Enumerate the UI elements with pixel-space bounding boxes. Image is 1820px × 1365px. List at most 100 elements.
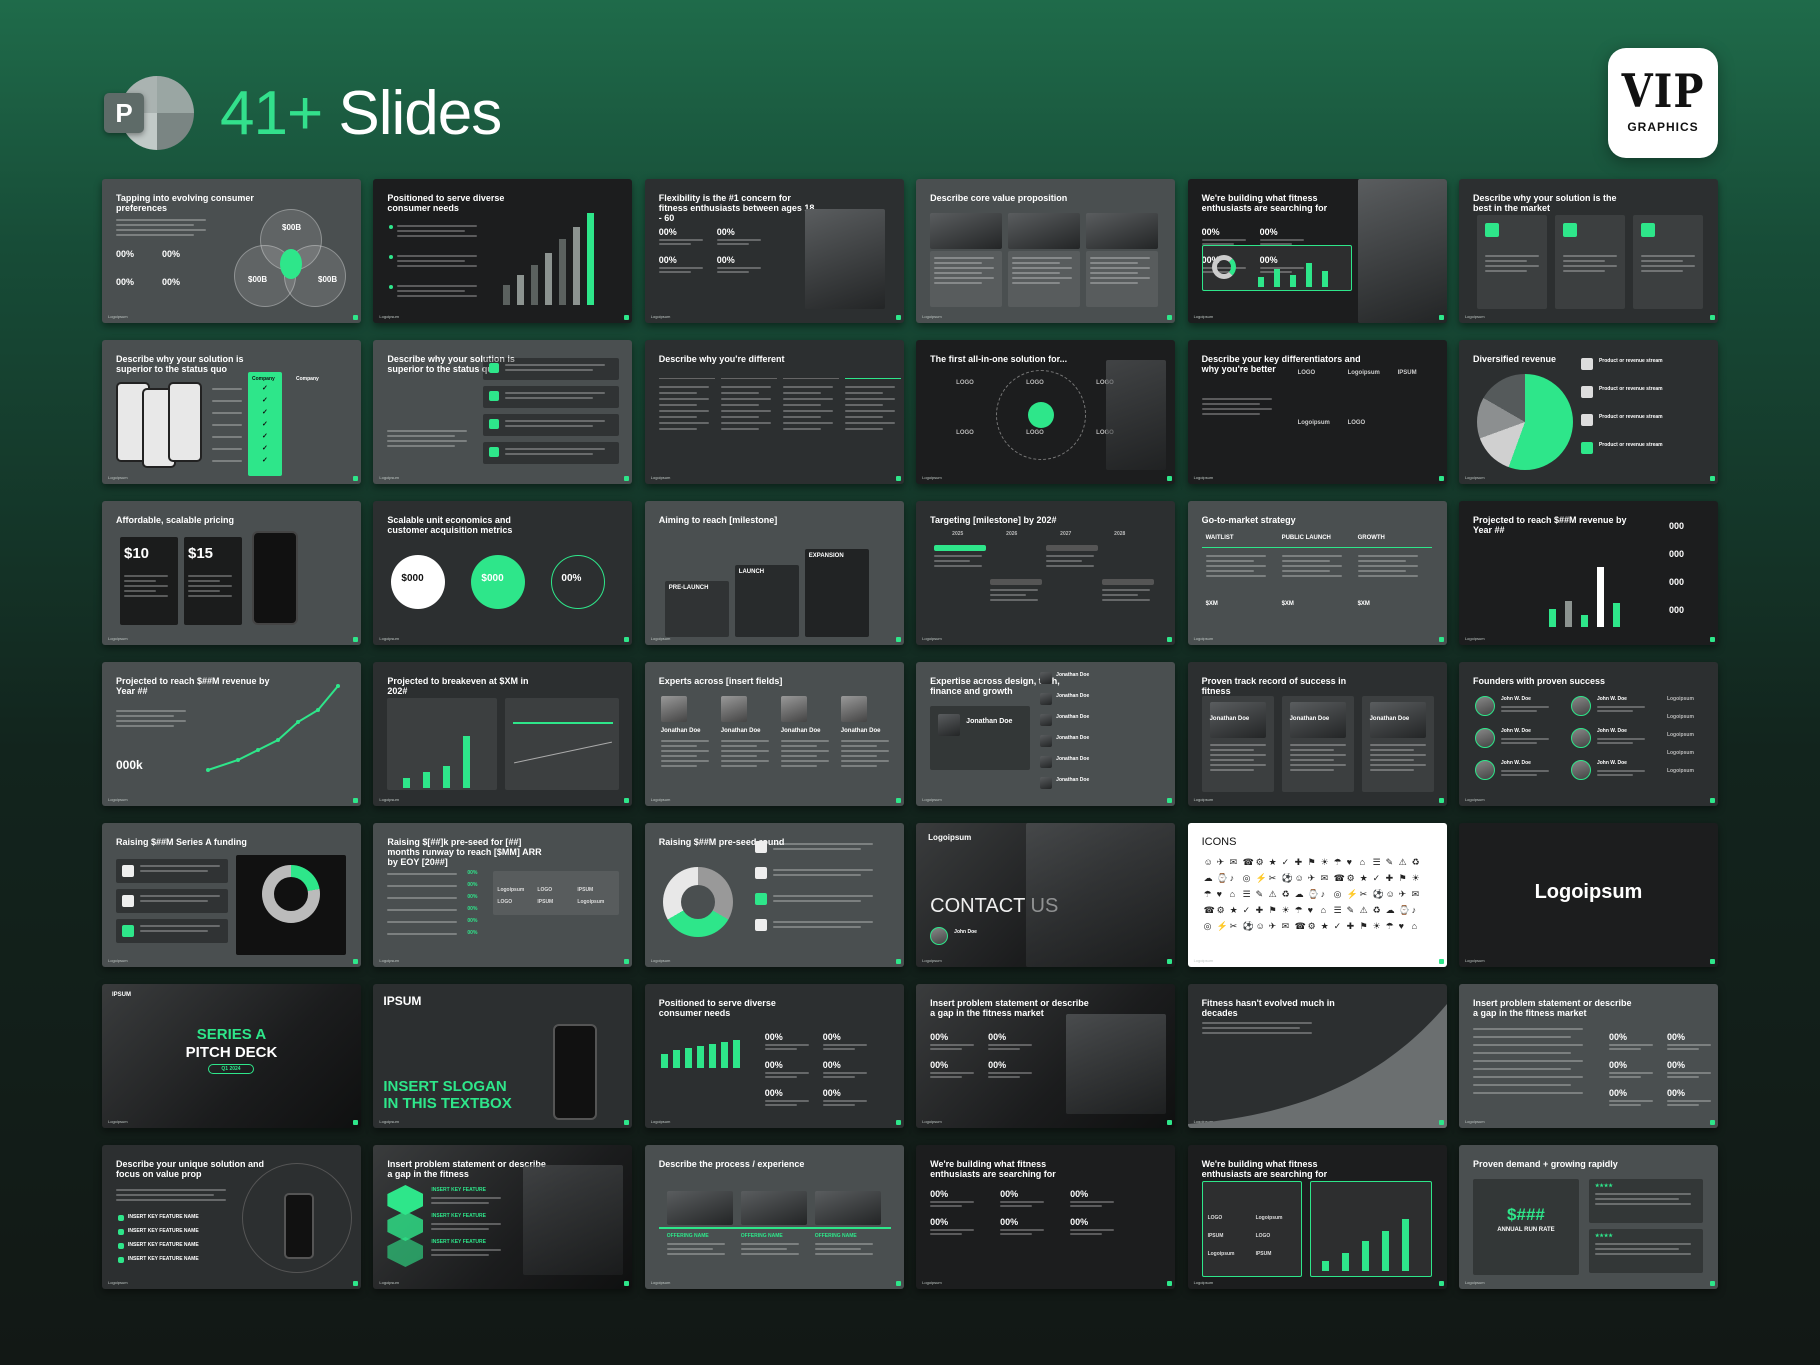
text-line xyxy=(1472,1084,1571,1086)
slide-thumbnail[interactable]: Logoipsum Logoipsum xyxy=(1458,823,1718,967)
slide-thumbnail[interactable]: Logoipsum Logoipsum CONTACT US John Doe xyxy=(916,823,1176,967)
text-line xyxy=(1369,749,1414,751)
slide-thumbnail[interactable]: Describe your key differentiators and wh… xyxy=(1187,340,1447,484)
slide-thumbnail[interactable]: We're building what fitness enthusiasts … xyxy=(916,1145,1176,1289)
icon-glyph: ☎ xyxy=(1242,857,1254,867)
feature-bullet xyxy=(118,1215,124,1221)
slide-thumbnail[interactable]: Describe core value proposition Logoipsum xyxy=(916,179,1176,323)
slide-thumbnail[interactable]: Expertise across design, tech, finance a… xyxy=(916,662,1176,806)
donut-hole xyxy=(680,885,715,919)
slide-thumbnail[interactable]: The first all-in-one solution for... Logo… xyxy=(916,340,1176,484)
slide-thumbnail[interactable]: Raising $[##]k pre-seed for [##] months … xyxy=(373,823,633,967)
phase-kpi: $XM xyxy=(1281,601,1294,607)
year: 2028 xyxy=(1114,531,1126,537)
slide-thumbnail[interactable]: We're building what fitness enthusiasts … xyxy=(1187,1145,1447,1289)
slide-thumbnail[interactable]: Logoipsum IPSUM INSERT SLOGAN IN THIS TEXT… xyxy=(373,984,633,1128)
kpi-value: 000k xyxy=(116,758,143,772)
icon-glyph: ☺ xyxy=(1294,873,1304,883)
slide-thumbnail[interactable]: Raising $##M pre-seed round Logoipsum xyxy=(644,823,904,967)
slide-thumbnail[interactable]: Diversified revenue Logoipsum Product or r… xyxy=(1458,340,1718,484)
slide-title: Aiming to reach [milestone] xyxy=(658,515,778,525)
text-line xyxy=(658,392,697,394)
text-line xyxy=(658,243,691,245)
bar xyxy=(403,778,411,788)
cover-subtitle: PITCH DECK xyxy=(185,1044,278,1061)
slide-thumbnail[interactable]: Tapping into evolving consumer preferenc… xyxy=(102,179,361,323)
slide-thumbnail[interactable]: Describe the process / experience Logoips… xyxy=(644,1145,904,1289)
stat: 00% xyxy=(116,277,135,287)
text-line xyxy=(124,590,156,592)
slide-thumbnail[interactable]: Logoipsum ICONS ☺ ✈ ✉ ☎ ⚙ ★ ✓ ✚ ⚑ ☀ ☂ ♥ ⌂ ☰ ✎ ⚠ ♻ ☁ ⌚ ♪ ◎ ⚡ ✂ ⚽ ☺ ✈… xyxy=(1187,823,1447,967)
text-line xyxy=(772,900,861,902)
slide-thumbnail[interactable]: Raising $##M Series A funding Logoipsum xyxy=(102,823,361,967)
partner-logo: LOGO xyxy=(1347,420,1366,426)
partner-logo: IPSUM xyxy=(1255,1251,1272,1257)
slide-thumbnail[interactable]: We're building what fitness enthusiasts … xyxy=(1187,179,1447,323)
slide-thumbnail[interactable]: Proven track record of success in fitnes… xyxy=(1187,662,1447,806)
slide-thumbnail[interactable]: Projected to breakeven at $XM in 202# Log… xyxy=(373,662,633,806)
text-line xyxy=(212,460,242,462)
slide-footer-logo: Logoipsum xyxy=(108,1119,128,1124)
slide-thumbnail[interactable]: Insert problem statement or describe a g… xyxy=(916,984,1176,1128)
text-line xyxy=(772,848,861,850)
text-line xyxy=(666,1248,713,1250)
icon-glyph: ★ xyxy=(1320,921,1329,931)
slide-thumbnail[interactable]: Targeting [milestone] by 202# Logoipsum 20… xyxy=(916,501,1176,645)
text-line xyxy=(1594,1203,1691,1205)
slide-footer-logo: Logoipsum xyxy=(1464,1119,1485,1124)
percent: 00% xyxy=(467,870,478,876)
slide-thumbnail[interactable]: Founders with proven success Logoipsum Joh… xyxy=(1458,662,1718,806)
slide-thumbnail[interactable]: Positioned to serve diverse consumer nee… xyxy=(644,984,904,1128)
partner-logo: Logoipsum xyxy=(1666,750,1694,756)
step-photo xyxy=(740,1191,807,1225)
text-line xyxy=(658,422,709,424)
slide-thumbnail[interactable]: Flexibility is the #1 concern for fitnes… xyxy=(644,179,904,323)
slide-thumbnail[interactable]: Fitness hasn't evolved much in decades Lo… xyxy=(1187,984,1447,1128)
stream-label: Product or revenue stream xyxy=(1598,442,1663,448)
slide-thumbnail[interactable]: Logoipsum Proven demand + growing rapidly… xyxy=(1458,1145,1718,1289)
text-line xyxy=(988,1048,1021,1050)
text-line xyxy=(116,219,206,221)
partner-logo: LOGO xyxy=(1026,380,1044,386)
text-line xyxy=(1209,749,1254,751)
icon-glyph: ☰ xyxy=(1242,889,1251,899)
slide-title: ICONS xyxy=(1201,836,1237,848)
slide-thumbnail[interactable]: Projected to reach $##M revenue by Year … xyxy=(1458,501,1718,645)
slide-footer-logo: Logoipsum xyxy=(108,636,128,641)
member-name: Jonathan Doe xyxy=(1056,777,1090,783)
bar xyxy=(531,265,539,305)
slide-thumbnail[interactable]: Go-to-market strategy Logoipsum WAITLIST $X… xyxy=(1187,501,1447,645)
runner-photo xyxy=(1066,1014,1167,1114)
slide-thumbnail[interactable]: Describe why your solution is superior t… xyxy=(373,340,633,484)
slide-footer-logo: Logoipsum xyxy=(650,475,671,480)
text-line xyxy=(1012,267,1073,269)
data-point xyxy=(276,738,280,742)
backer-logo: Logoipsum xyxy=(577,899,605,905)
founder-name: John W. Doe xyxy=(1500,696,1531,702)
slide-thumbnail[interactable]: Describe your unique solution and focus … xyxy=(102,1145,361,1289)
slide-count: 41+ xyxy=(220,78,323,148)
stat-value: 00% xyxy=(1000,1217,1019,1227)
slide-thumbnail[interactable]: Scalable unit economics and customer acq… xyxy=(373,501,633,645)
slide-thumbnail[interactable]: Positioned to serve diverse consumer nee… xyxy=(373,179,633,323)
slide-thumbnail[interactable]: Describe why you're different Logoipsum xyxy=(644,340,904,484)
slide-thumbnail[interactable]: Experts across [insert fields] Logoipsum J… xyxy=(644,662,904,806)
slide-thumbnail[interactable]: Aiming to reach [milestone] Logoipsum PRE-… xyxy=(644,501,904,645)
slide-thumbnail[interactable]: Logoipsum SERIES A PITCH DECK Q1 2024 IPSUM xyxy=(102,984,361,1128)
slide-thumbnail[interactable]: Describe why your solution is the best i… xyxy=(1458,179,1718,323)
text-line xyxy=(1500,706,1549,708)
slide-thumbnail[interactable]: Describe why your solution is superior t… xyxy=(102,340,361,484)
text-line xyxy=(658,398,709,400)
slide-thumbnail[interactable]: Insert problem statement or describe a g… xyxy=(1458,984,1718,1128)
slide-thumbnail[interactable]: Projected to reach $##M revenue by Year … xyxy=(102,662,361,806)
slide-title: We're building what fitness enthusiasts … xyxy=(1201,1159,1328,1179)
slide-thumbnail[interactable]: Insert problem statement or describe a g… xyxy=(373,1145,633,1289)
icon-glyph: ♥ xyxy=(1398,921,1404,931)
icon-glyph: ☀ xyxy=(1372,921,1381,931)
text-line xyxy=(387,430,468,432)
text-line xyxy=(660,740,709,742)
slide-footer-logo: Logoipsum xyxy=(379,475,399,480)
text-line xyxy=(431,1228,490,1230)
text-line xyxy=(124,575,168,577)
slide-thumbnail[interactable]: Affordable, scalable pricing Logoipsum $10… xyxy=(102,501,361,645)
